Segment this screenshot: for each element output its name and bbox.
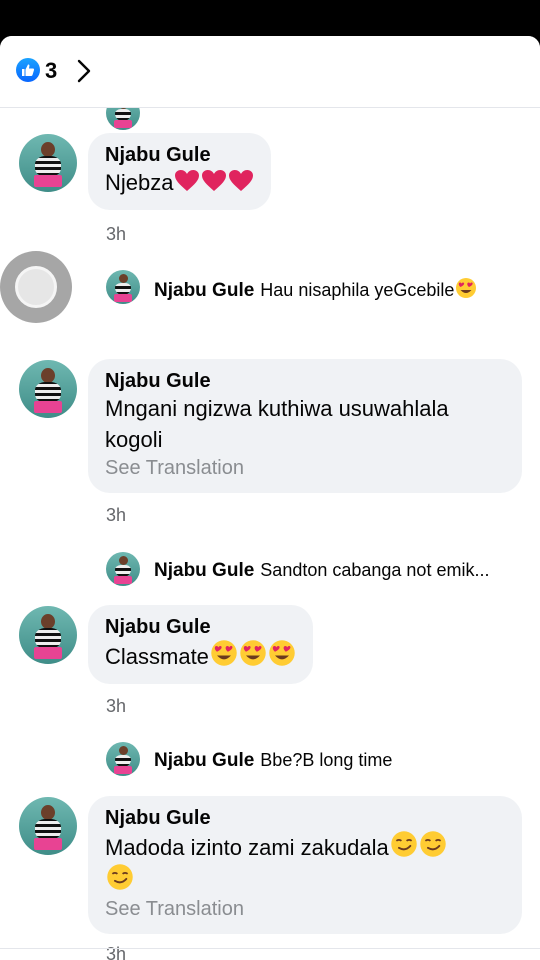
comment-text-line1: Mngani ngizwa kuthiwa usuwahlala: [105, 396, 449, 421]
smirk-icon: [419, 831, 446, 857]
comment-timestamp[interactable]: 3h: [106, 943, 126, 960]
comment-text-line2: kogoli: [105, 427, 163, 452]
comment-timestamp[interactable]: 3h: [106, 223, 126, 245]
avatar[interactable]: [19, 606, 77, 664]
comment-bubble[interactable]: Njabu Gule Njebza: [88, 133, 272, 210]
comment-text-content: Njebza: [105, 170, 174, 195]
comment-text-content: Madoda izinto zami zakudala: [105, 835, 389, 860]
like-count[interactable]: 3: [45, 58, 57, 84]
reply-author[interactable]: Njabu Gule: [154, 750, 254, 771]
avatar[interactable]: [106, 552, 140, 586]
reply-preview[interactable]: Njabu Gule Hau nisaphila yeGcebile: [154, 277, 477, 302]
heart-eyes-icon: [211, 640, 237, 666]
avatar[interactable]: [106, 108, 140, 130]
heart-eyes-icon: [269, 640, 295, 666]
smirk-icon: [107, 864, 133, 890]
avatar[interactable]: [19, 360, 77, 418]
reply-preview[interactable]: Njabu Gule Bbe?B long time: [154, 749, 392, 772]
comment-bubble[interactable]: Njabu Gule Classmate: [88, 605, 313, 684]
comment-bubble[interactable]: Njabu Gule Madoda izinto zami zakudala S…: [88, 796, 522, 934]
smirk-icon: [390, 831, 417, 857]
comments-sheet: 3 Njabu Gule Njebza 3h Njabu Gule Hau nis…: [0, 36, 540, 960]
comment-author[interactable]: Njabu Gule: [105, 143, 254, 167]
comment-timestamp[interactable]: 3h: [106, 504, 126, 526]
avatar[interactable]: [106, 270, 140, 304]
comment-text-wrap: [105, 863, 505, 896]
touch-indicator: [0, 251, 72, 323]
avatar[interactable]: [106, 742, 140, 776]
comment-text: Madoda izinto zami zakudala: [105, 830, 505, 863]
heart-eyes-emoji-group: [209, 640, 296, 669]
see-translation-link[interactable]: See Translation: [105, 896, 505, 922]
reactions-header: 3: [0, 36, 540, 108]
comment-text-content: Classmate: [105, 644, 209, 669]
comment-author[interactable]: Njabu Gule: [105, 369, 505, 393]
comment-text: Classmate: [105, 639, 296, 672]
red-heart-icon: [202, 170, 227, 191]
comment-text: Njebza: [105, 167, 254, 198]
see-translation-link[interactable]: See Translation: [105, 455, 505, 481]
reply-text: Sandton cabanga not emik...: [260, 560, 490, 580]
comment-bubble[interactable]: Njabu Gule Mngani ngizwa kuthiwa usuwahl…: [88, 359, 522, 493]
divider: [0, 948, 540, 949]
heart-eyes-icon: [240, 640, 266, 666]
comment-list: Njabu Gule Njebza 3h Njabu Gule Hau nisap…: [0, 108, 540, 960]
red-heart-icon: [229, 170, 254, 191]
thumbs-up-icon[interactable]: [16, 58, 40, 82]
chevron-right-icon[interactable]: [74, 58, 94, 84]
comment-author[interactable]: Njabu Gule: [105, 806, 505, 830]
comment-author[interactable]: Njabu Gule: [105, 615, 296, 639]
heart-emoji-group: [173, 170, 254, 195]
reply-author[interactable]: Njabu Gule: [154, 560, 254, 581]
comment-timestamp[interactable]: 3h: [106, 695, 126, 717]
avatar[interactable]: [19, 797, 77, 855]
avatar[interactable]: [19, 134, 77, 192]
reply-author[interactable]: Njabu Gule: [154, 280, 254, 301]
reply-text: Bbe?B long time: [260, 750, 393, 770]
heart-eyes-icon: [456, 278, 477, 298]
reply-text: Hau nisaphila yeGcebile: [260, 280, 455, 300]
reply-preview[interactable]: Njabu Gule Sandton cabanga not emik...: [154, 559, 489, 582]
red-heart-icon: [175, 170, 200, 191]
